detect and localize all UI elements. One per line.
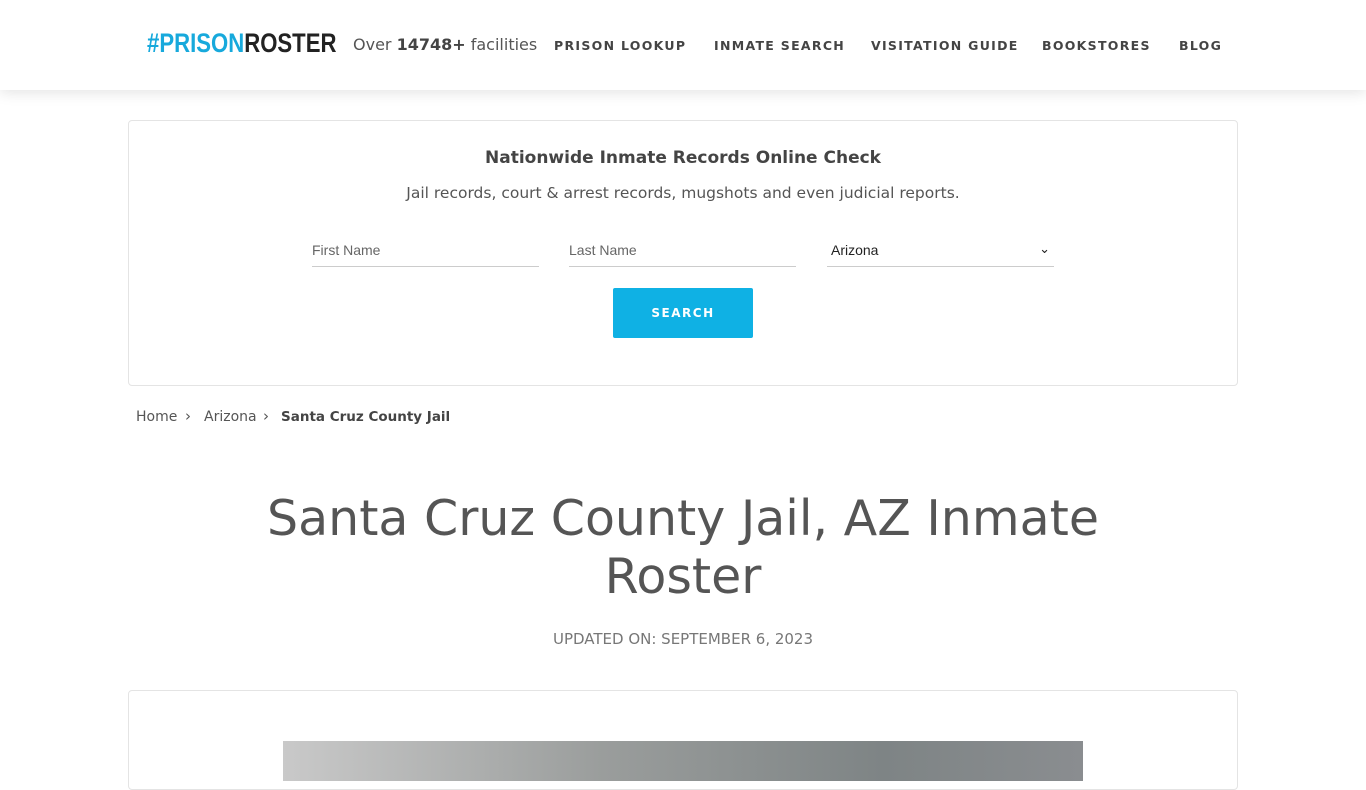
first-name-input[interactable]: First Name bbox=[312, 235, 539, 267]
nav-bookstores[interactable]: BOOKSTORES bbox=[1042, 38, 1151, 53]
facility-photo bbox=[283, 741, 1083, 781]
nav-inmate-search[interactable]: INMATE SEARCH bbox=[714, 38, 845, 53]
state-value: Arizona bbox=[831, 242, 879, 258]
chevron-right-icon: › bbox=[263, 407, 269, 425]
count-value: 14748+ bbox=[396, 35, 466, 54]
nav-visitation-guide[interactable]: VISITATION GUIDE bbox=[871, 38, 1019, 53]
search-subtitle: Jail records, court & arrest records, mu… bbox=[406, 184, 960, 202]
breadcrumb-arizona[interactable]: Arizona bbox=[204, 409, 257, 425]
logo-hash: #PRISON bbox=[147, 28, 245, 58]
search-card: Nationwide Inmate Records Online Check J… bbox=[128, 120, 1238, 386]
last-name-input[interactable]: Last Name bbox=[569, 235, 796, 267]
count-prefix: Over bbox=[353, 35, 397, 54]
search-button[interactable]: SEARCH bbox=[613, 288, 753, 338]
facility-count: Over 14748+ facilities bbox=[353, 35, 537, 54]
breadcrumb-current: Santa Cruz County Jail bbox=[281, 409, 451, 425]
updated-date: UPDATED ON: SEPTEMBER 6, 2023 bbox=[552, 630, 814, 648]
site-header: #PRISONROSTER Over 14748+ facilities PRI… bbox=[0, 0, 1366, 90]
nav-prison-lookup[interactable]: PRISON LOOKUP bbox=[554, 38, 686, 53]
state-select[interactable]: Arizona ⌄ bbox=[827, 235, 1054, 267]
search-title: Nationwide Inmate Records Online Check bbox=[485, 148, 881, 168]
nav-blog[interactable]: BLOG bbox=[1179, 38, 1222, 53]
page-title: Santa Cruz County Jail, AZ Inmate Roster bbox=[267, 490, 1099, 605]
chevron-right-icon: › bbox=[185, 407, 191, 425]
logo-rest: ROSTER bbox=[244, 28, 337, 58]
logo[interactable]: #PRISONROSTER bbox=[147, 28, 336, 59]
count-suffix: facilities bbox=[465, 35, 538, 54]
chevron-down-icon: ⌄ bbox=[1039, 241, 1050, 256]
breadcrumb-home[interactable]: Home bbox=[136, 409, 177, 425]
